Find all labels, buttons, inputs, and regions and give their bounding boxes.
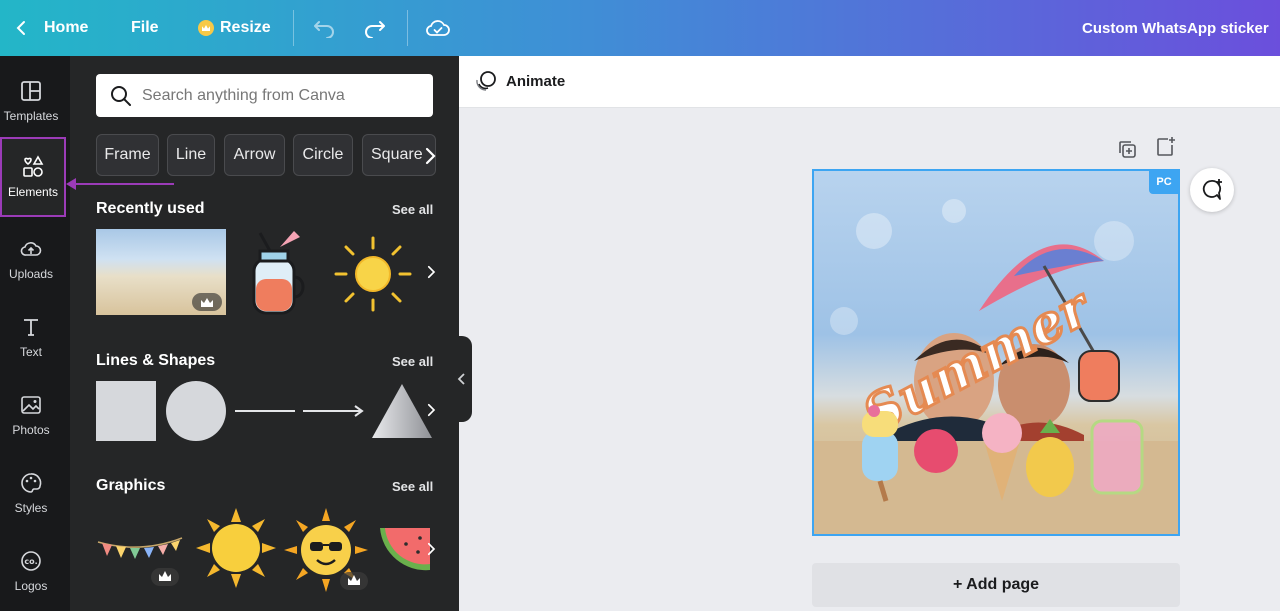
duplicate-page-icon[interactable] xyxy=(1116,138,1138,160)
section-title-shapes: Lines & Shapes xyxy=(96,352,216,369)
elements-panel: Frame Line Arrow Circle Square Recently … xyxy=(70,56,459,611)
add-comment-button[interactable] xyxy=(1190,168,1234,212)
side-rail: Templates Elements Uploads Text Photos S… xyxy=(0,56,70,611)
bunting-graphic[interactable] xyxy=(96,532,184,588)
collapse-panel-handle[interactable] xyxy=(452,336,472,422)
square-shape[interactable] xyxy=(96,381,156,441)
line-shape[interactable] xyxy=(235,410,295,412)
cloud-check-icon xyxy=(426,20,450,36)
chevron-right-icon[interactable] xyxy=(422,540,440,558)
document-title[interactable]: Custom WhatsApp sticker xyxy=(1082,0,1269,56)
filter-chips: Frame Line Arrow Circle Square xyxy=(96,134,436,176)
comment-add-icon xyxy=(1202,179,1222,200)
annotation-arrow xyxy=(66,178,174,190)
beach-photo-thumbnail[interactable] xyxy=(96,229,226,315)
undo-button[interactable] xyxy=(313,0,335,56)
add-page-button[interactable]: + Add page xyxy=(812,563,1180,607)
arrow-shape[interactable] xyxy=(303,403,365,419)
sun-graphic[interactable] xyxy=(196,508,276,588)
add-page-icon[interactable] xyxy=(1154,136,1176,158)
rail-item-text[interactable]: Text xyxy=(0,298,62,376)
svg-text:co.: co. xyxy=(24,557,37,566)
file-menu-button[interactable]: File xyxy=(131,0,159,56)
upload-cloud-icon xyxy=(20,242,42,256)
redo-button[interactable] xyxy=(364,0,386,56)
resize-button[interactable]: Resize xyxy=(198,0,271,56)
photos-icon xyxy=(21,396,41,414)
search-icon xyxy=(111,85,131,106)
rail-item-elements[interactable]: Elements xyxy=(0,137,66,217)
editor-toolbar xyxy=(459,56,1280,108)
chevron-left-icon xyxy=(16,21,25,35)
home-button[interactable]: Home xyxy=(14,0,88,56)
elements-icon xyxy=(23,155,44,177)
redo-icon xyxy=(365,21,385,38)
undo-icon xyxy=(314,21,334,38)
see-all-graphics-link[interactable]: See all xyxy=(392,479,433,494)
search-box[interactable] xyxy=(96,74,433,117)
rail-item-templates[interactable]: Templates xyxy=(0,62,62,140)
save-status-button[interactable] xyxy=(425,0,451,56)
chip-frame[interactable]: Frame xyxy=(96,134,159,176)
logo-icon: co. xyxy=(21,551,41,571)
chevron-left-icon xyxy=(457,373,465,385)
chip-line[interactable]: Line xyxy=(167,134,215,176)
summer-sticker-design: Summer xyxy=(814,171,1178,534)
chevron-right-icon[interactable] xyxy=(422,263,440,281)
top-bar: Home File Resize Custom WhatsApp sticker xyxy=(0,0,1280,56)
rail-item-uploads[interactable]: Uploads xyxy=(0,220,62,298)
divider xyxy=(407,10,408,46)
search-input[interactable] xyxy=(142,86,422,105)
premium-badge xyxy=(192,293,222,311)
drink-jar-sticker[interactable] xyxy=(242,229,310,317)
circle-shape[interactable] xyxy=(166,381,226,441)
chip-circle[interactable]: Circle xyxy=(293,134,353,176)
collaborator-badge[interactable]: PC xyxy=(1149,170,1179,194)
see-all-shapes-link[interactable]: See all xyxy=(392,354,433,369)
home-label: Home xyxy=(44,19,89,36)
chevron-right-icon[interactable] xyxy=(418,144,442,168)
design-canvas[interactable]: Summer xyxy=(812,169,1180,536)
palette-icon xyxy=(21,473,42,493)
section-title-recent: Recently used xyxy=(96,200,205,217)
see-all-recent-link[interactable]: See all xyxy=(392,202,433,217)
animate-icon xyxy=(476,71,496,91)
crown-icon xyxy=(198,20,214,36)
section-title-graphics: Graphics xyxy=(96,477,166,494)
crown-icon xyxy=(201,297,213,307)
chip-arrow[interactable]: Arrow xyxy=(224,134,285,176)
templates-icon xyxy=(21,81,41,101)
text-icon xyxy=(24,319,38,336)
chevron-right-icon[interactable] xyxy=(422,401,440,419)
sunglasses-sun-graphic[interactable] xyxy=(284,508,368,592)
animate-button[interactable]: Animate xyxy=(474,70,565,92)
sun-sticker[interactable] xyxy=(330,234,416,314)
rail-item-photos[interactable]: Photos xyxy=(0,376,62,454)
rail-item-logos[interactable]: co. Logos xyxy=(0,532,62,610)
rail-item-styles[interactable]: Styles xyxy=(0,454,62,532)
divider xyxy=(293,10,294,46)
